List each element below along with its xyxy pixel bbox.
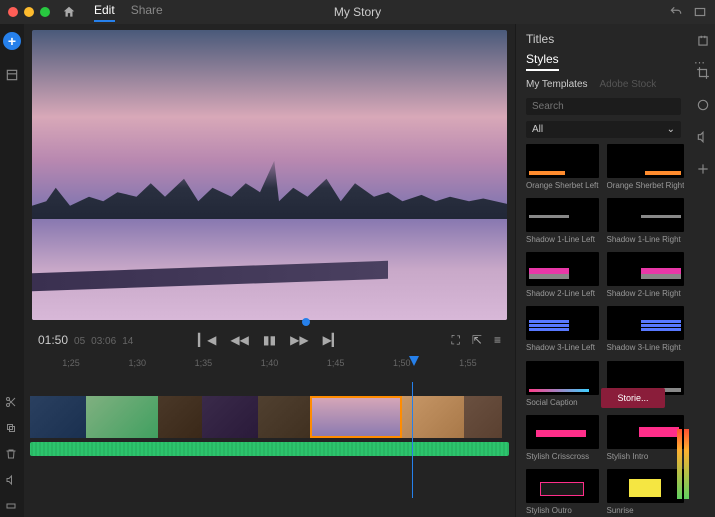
export-icon[interactable] (696, 34, 710, 48)
preset-item[interactable]: Orange Sherbet Right (607, 144, 685, 192)
duplicate-icon[interactable] (5, 422, 17, 434)
ruler-tick: 1;45 (303, 358, 369, 380)
fullscreen-icon[interactable] (693, 5, 707, 19)
skip-forward-icon[interactable]: ▶▎ (323, 333, 341, 347)
preset-item[interactable]: Shadow 3-Line Right (607, 306, 685, 354)
home-icon[interactable] (62, 5, 76, 19)
project-panel-icon[interactable] (5, 68, 19, 82)
close-window[interactable] (8, 7, 18, 17)
panel-subtab-styles[interactable]: Styles (526, 52, 559, 71)
preset-item[interactable]: Shadow 2-Line Left (526, 252, 599, 300)
scissors-icon[interactable] (5, 396, 17, 408)
preset-item[interactable]: Shadow 3-Line Left (526, 306, 599, 354)
timeline-clip[interactable] (464, 396, 502, 438)
export-frame-icon[interactable]: ⇱ (472, 333, 482, 348)
skip-back-icon[interactable]: ▎◀ (198, 333, 216, 347)
preset-item[interactable]: Orange Sherbet Left (526, 144, 599, 192)
search-input[interactable] (526, 98, 681, 115)
right-rail (691, 24, 715, 517)
preset-item[interactable]: Stylish Intro (607, 415, 685, 463)
project-title: My Story (334, 5, 381, 19)
audio-meters (677, 429, 689, 499)
window-controls (8, 7, 50, 17)
title-clip-overlay[interactable]: Storie... (601, 388, 665, 408)
audio-track[interactable] (30, 442, 509, 456)
maximize-window[interactable] (40, 7, 50, 17)
chevron-down-icon: ⌄ (667, 124, 675, 135)
duration: 03:06 (91, 336, 116, 347)
panel-menu-icon[interactable]: ⋯ (694, 56, 705, 69)
time-ruler[interactable]: 1;25 1;30 1;35 1;40 1;45 1;50 1;55 (24, 358, 515, 380)
video-preview[interactable] (32, 30, 507, 320)
meter-right (684, 429, 689, 499)
scrubber-playhead[interactable] (302, 318, 310, 326)
ruler-tick: 1;50 (369, 358, 435, 380)
timeline-tools (2, 396, 20, 512)
timeline[interactable] (24, 396, 515, 456)
loop-icon[interactable]: ⛶ (452, 333, 460, 348)
ruler-tick: 1;30 (104, 358, 170, 380)
current-frames: 05 (74, 336, 85, 347)
add-media-button[interactable]: + (3, 32, 21, 50)
ruler-tick: 1;35 (170, 358, 236, 380)
ruler-tick: 1;55 (435, 358, 501, 380)
audio-icon[interactable] (696, 130, 710, 144)
filter-value: All (532, 124, 543, 135)
duration-frames: 14 (122, 336, 133, 347)
playhead-line[interactable] (412, 382, 413, 498)
ruler-tick: 1;40 (236, 358, 302, 380)
filter-dropdown[interactable]: All ⌄ (526, 121, 681, 138)
timeline-clip[interactable] (30, 396, 86, 438)
minimize-window[interactable] (24, 7, 34, 17)
time-display: 01:50 05 03:06 14 (38, 333, 133, 347)
subtab-adobe-stock[interactable]: Adobe Stock (600, 79, 657, 90)
volume-icon[interactable] (5, 474, 17, 486)
forward-icon[interactable]: ▶▶ (290, 333, 308, 347)
undo-icon[interactable] (669, 5, 683, 19)
settings-icon[interactable]: ≡ (494, 333, 501, 348)
timeline-clip[interactable] (86, 396, 158, 438)
subtab-my-templates[interactable]: My Templates (526, 79, 588, 90)
transport-bar: 01:50 05 03:06 14 ▎◀ ◀◀ ▮▮ ▶▶ ▶▎ ⛶ ⇱ ≡ (24, 322, 515, 358)
transform-icon[interactable] (696, 162, 710, 176)
timeline-clip[interactable] (202, 396, 258, 438)
playhead-marker[interactable] (409, 356, 419, 366)
current-time: 01:50 (38, 333, 68, 347)
timeline-clip[interactable] (158, 396, 202, 438)
titlebar: Edit Share My Story (0, 0, 715, 24)
meter-left (677, 429, 682, 499)
trash-icon[interactable] (5, 448, 17, 460)
preset-item[interactable]: Social Caption (526, 361, 599, 409)
pause-icon[interactable]: ▮▮ (263, 333, 276, 347)
tab-share[interactable]: Share (131, 3, 163, 22)
preset-grid: Orange Sherbet Left Orange Sherbet Right… (516, 144, 691, 517)
preset-item[interactable]: Sunrise (607, 469, 685, 517)
preset-item[interactable]: Shadow 2-Line Right (607, 252, 685, 300)
timeline-clip-selected[interactable] (310, 396, 402, 438)
expand-icon[interactable] (5, 500, 17, 512)
preset-item[interactable]: Stylish Outro (526, 469, 599, 517)
color-icon[interactable] (696, 98, 710, 112)
tab-edit[interactable]: Edit (94, 3, 115, 22)
center-column: 01:50 05 03:06 14 ▎◀ ◀◀ ▮▮ ▶▶ ▶▎ ⛶ ⇱ ≡ 1… (24, 24, 515, 517)
titles-panel: Titles Styles ⋯ My Templates Adobe Stock… (515, 24, 691, 517)
panel-tab-titles[interactable]: Titles (526, 32, 681, 46)
preset-item[interactable]: Stylish Crisscross (526, 415, 599, 463)
ruler-tick: 1;25 (38, 358, 104, 380)
preset-item[interactable]: Shadow 1-Line Left (526, 198, 599, 246)
timeline-clip[interactable] (258, 396, 310, 438)
rewind-icon[interactable]: ◀◀ (230, 333, 248, 347)
preset-item[interactable]: Shadow 1-Line Right (607, 198, 685, 246)
